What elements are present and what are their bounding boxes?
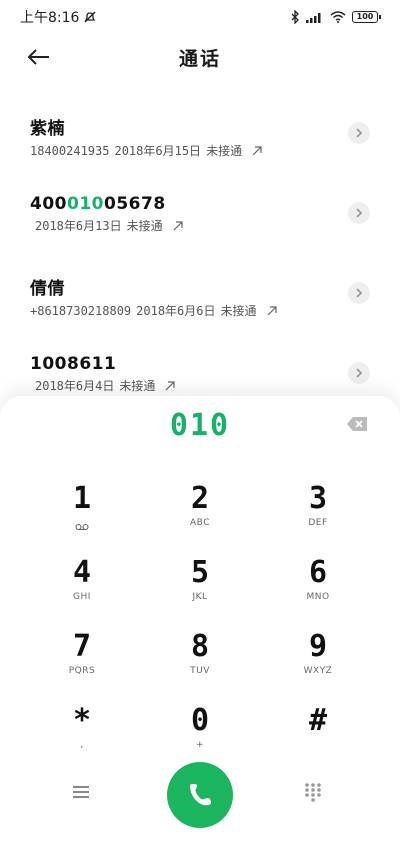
call-date: 2018年6月4日: [35, 379, 115, 393]
call-number: 18400241935: [30, 143, 110, 158]
call-status: 未接通: [119, 379, 156, 393]
mute-icon: [84, 11, 96, 23]
hamburger-menu-icon: [73, 786, 89, 798]
status-time: 上午8:16: [20, 10, 80, 26]
call-detail-button[interactable]: [348, 362, 370, 384]
chevron-right-icon: [356, 208, 363, 218]
call-status: 未接通: [206, 144, 243, 158]
call-meta: 2018年6月4日 未接通: [30, 377, 370, 394]
key-0[interactable]: 0 +: [150, 704, 250, 766]
call-meta: +8618730218809 2018年6月6日 未接通: [30, 302, 370, 319]
status-left: 上午8:16: [20, 7, 97, 27]
dialpad-actions: [0, 760, 400, 830]
arrow-up-right-icon: [267, 305, 277, 315]
key-6[interactable]: 6 MNO: [268, 556, 368, 618]
key-5[interactable]: 5 JKL: [150, 556, 250, 618]
key-7[interactable]: 7 PQRS: [32, 630, 132, 692]
call-name: 紫楠: [30, 119, 65, 139]
battery-icon: 100: [352, 11, 381, 23]
header: 通话: [0, 34, 400, 80]
key-1[interactable]: 1: [32, 482, 132, 544]
chevron-right-icon: [356, 288, 363, 298]
key-4[interactable]: 4 GHI: [32, 556, 132, 618]
status-bar: 上午8:16 100: [0, 0, 400, 34]
chevron-right-icon: [356, 128, 363, 138]
phone-icon: [190, 784, 211, 806]
call-meta: 2018年6月13日 未接通: [30, 217, 370, 234]
battery-level: 100: [356, 12, 374, 21]
arrow-up-right-icon: [252, 145, 262, 155]
call-date: 2018年6月6日: [136, 304, 216, 318]
call-date: 2018年6月15日: [114, 144, 202, 158]
wifi-icon: [330, 11, 346, 23]
key-3[interactable]: 3 DEF: [268, 482, 368, 544]
key-star[interactable]: * ,: [32, 704, 132, 766]
key-2[interactable]: 2 ABC: [150, 482, 250, 544]
call-status: 未接通: [220, 304, 257, 318]
call-button[interactable]: [167, 762, 233, 828]
call-log-item[interactable]: 倩倩 +8618730218809 2018年6月6日 未接通: [0, 256, 400, 336]
call-name: 40001005678: [30, 194, 166, 214]
call-meta: 18400241935 2018年6月15日 未接通: [30, 142, 370, 159]
call-detail-button[interactable]: [348, 282, 370, 304]
call-log-item[interactable]: 紫楠 18400241935 2018年6月15日 未接通: [0, 96, 400, 176]
menu-button[interactable]: [72, 784, 98, 806]
key-8[interactable]: 8 TUV: [150, 630, 250, 692]
status-right: 100: [290, 10, 381, 24]
call-detail-button[interactable]: [348, 122, 370, 144]
backspace-icon: [347, 417, 367, 431]
arrow-left-icon: [27, 49, 49, 65]
page-title: 通话: [178, 47, 221, 70]
key-hash[interactable]: #: [268, 704, 368, 766]
back-button[interactable]: [24, 44, 54, 70]
backspace-button[interactable]: [346, 416, 368, 432]
dialpad-toggle-button[interactable]: [304, 782, 324, 804]
call-name: 倩倩: [30, 279, 65, 299]
bluetooth-icon: [291, 10, 299, 24]
call-status: 未接通: [126, 219, 163, 233]
signal-icon: [306, 13, 321, 23]
chevron-right-icon: [356, 368, 363, 378]
call-log-item[interactable]: 40001005678 2018年6月13日 未接通: [0, 176, 400, 256]
dial-input-display[interactable]: 010: [0, 408, 400, 448]
call-date: 2018年6月13日: [35, 219, 122, 233]
call-log-list: 紫楠 18400241935 2018年6月15日 未接通 4000100567…: [0, 96, 400, 416]
dialpad-sheet: 010 1 2 ABC 3 DEF 4 GHI 5 JKL 6 MNO 7 PQ…: [0, 396, 400, 866]
arrow-up-right-icon: [165, 380, 175, 390]
dialpad-grid-icon: [305, 783, 321, 802]
call-name: 1008611: [30, 354, 117, 374]
key-9[interactable]: 9 WXYZ: [268, 630, 368, 692]
call-number: +8618730218809: [30, 303, 132, 318]
voicemail-icon: [75, 523, 89, 531]
arrow-up-right-icon: [173, 220, 183, 230]
call-detail-button[interactable]: [348, 202, 370, 224]
